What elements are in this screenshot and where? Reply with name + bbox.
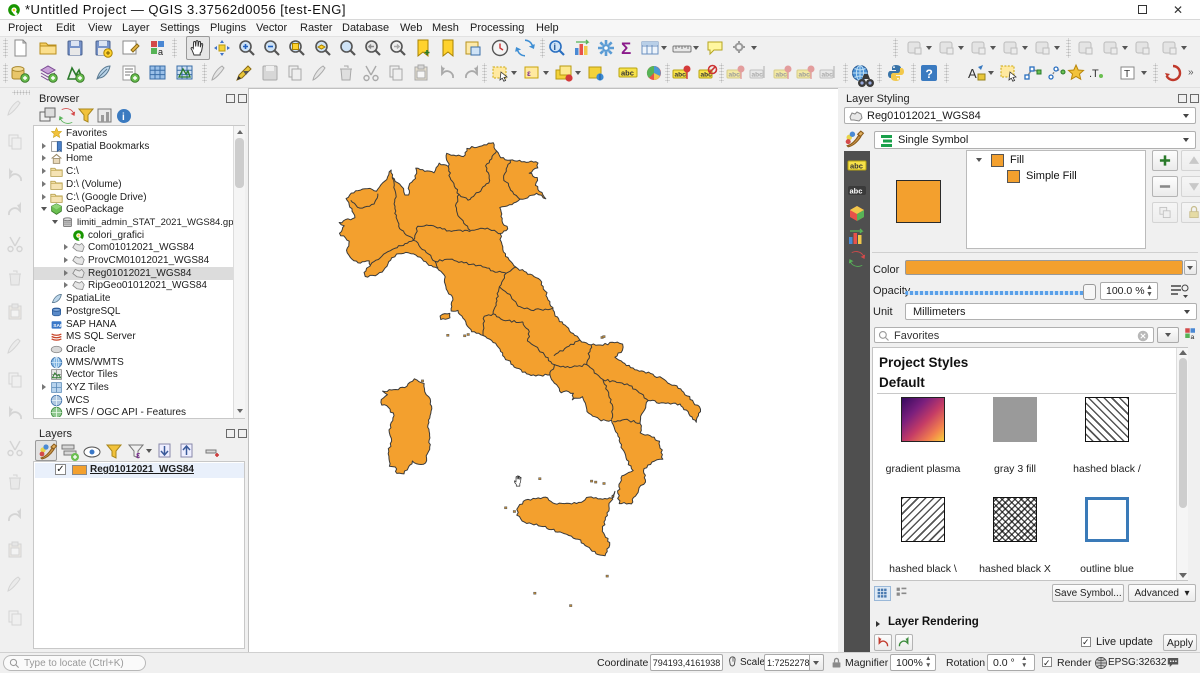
- svg-text:i: i: [122, 112, 125, 123]
- svg-text:abc: abc: [675, 72, 687, 79]
- svg-text:abc: abc: [729, 72, 741, 79]
- svg-text:Σ: Σ: [621, 39, 631, 58]
- svg-text:abc: abc: [850, 162, 863, 171]
- svg-text:a: a: [158, 47, 163, 57]
- svg-text:SAP: SAP: [53, 322, 63, 328]
- svg-text:a: a: [1191, 334, 1195, 341]
- svg-text:i: i: [554, 42, 557, 52]
- svg-text:abc: abc: [850, 187, 863, 196]
- svg-text:A: A: [968, 66, 977, 81]
- svg-text:?: ?: [926, 67, 933, 81]
- svg-text:abc: abc: [752, 72, 764, 79]
- svg-text:.T: .T: [1089, 68, 1099, 80]
- svg-text:abc: abc: [822, 72, 834, 79]
- svg-text:abc: abc: [798, 72, 810, 79]
- svg-text:abc: abc: [621, 69, 634, 78]
- svg-text:ε: ε: [136, 450, 141, 460]
- svg-text:abc: abc: [775, 72, 787, 79]
- svg-text:T: T: [1124, 69, 1130, 80]
- svg-text:ε: ε: [527, 69, 531, 78]
